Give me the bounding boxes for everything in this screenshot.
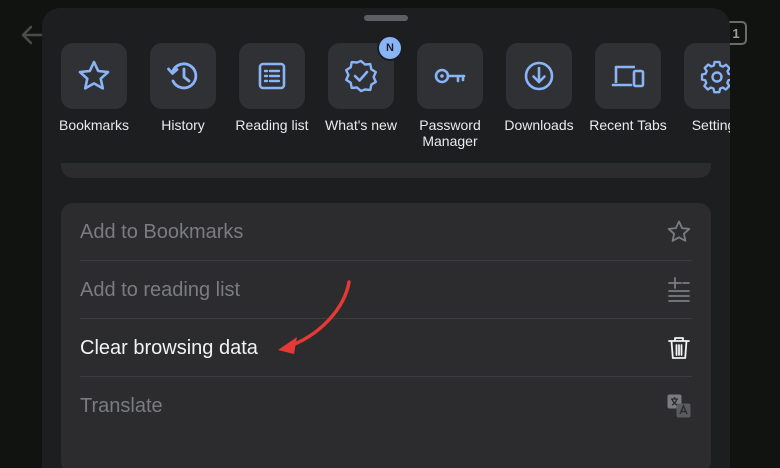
devices-icon (611, 65, 645, 88)
history-icon (167, 62, 198, 90)
shortcut-label: Reading list (235, 117, 309, 133)
action-add-to-bookmarks[interactable]: Add to Bookmarks (80, 203, 692, 261)
shortcut-recent-tabs[interactable]: Recent Tabs (583, 43, 673, 133)
new-badge: N (377, 35, 403, 61)
action-translate[interactable]: Translate (80, 377, 692, 435)
shortcut-label: Settings (691, 117, 730, 133)
shortcut-label: History (161, 117, 205, 133)
action-label: Add to Bookmarks (80, 220, 244, 243)
trash-icon (666, 335, 692, 361)
translate-icon (666, 393, 692, 419)
key-icon (434, 68, 466, 84)
action-add-to-reading-list[interactable]: Add to reading list (80, 261, 692, 319)
shortcut-settings[interactable]: Settings (672, 43, 730, 133)
action-label: Clear browsing data (80, 336, 258, 359)
shortcut-reading-list[interactable]: Reading list (227, 43, 317, 133)
action-label: Translate (80, 394, 163, 417)
shortcut-label: Recent Tabs (589, 117, 667, 133)
shortcut-whats-new[interactable]: N What's new (316, 35, 406, 133)
reading-list-icon (258, 62, 286, 90)
shortcut-label: Password Manager (419, 117, 481, 149)
gear-icon (700, 60, 730, 94)
shortcut-bookmarks[interactable]: Bookmarks (49, 43, 139, 133)
whats-new-icon (345, 59, 377, 93)
overflow-menu-sheet: Bookmarks History Reading list N What's … (42, 8, 730, 468)
shortcut-label: What's new (325, 117, 397, 133)
sheet-grabber[interactable] (364, 15, 408, 21)
shortcut-row[interactable]: Bookmarks History Reading list N What's … (42, 35, 730, 163)
star-outline-icon (666, 219, 692, 245)
shortcut-password-manager[interactable]: Password Manager (405, 43, 495, 149)
action-clear-browsing-data[interactable]: Clear browsing data (80, 319, 692, 377)
shortcut-label: Downloads (504, 117, 574, 133)
action-label: Add to reading list (80, 278, 241, 301)
star-icon (78, 60, 110, 90)
page-actions-card: Add to Bookmarks Add to reading list Cle… (61, 203, 711, 468)
add-list-icon (666, 277, 692, 303)
shortcut-label: Bookmarks (58, 117, 130, 133)
download-icon (524, 61, 554, 91)
shortcut-downloads[interactable]: Downloads (494, 43, 584, 133)
shortcut-history[interactable]: History (138, 43, 228, 133)
